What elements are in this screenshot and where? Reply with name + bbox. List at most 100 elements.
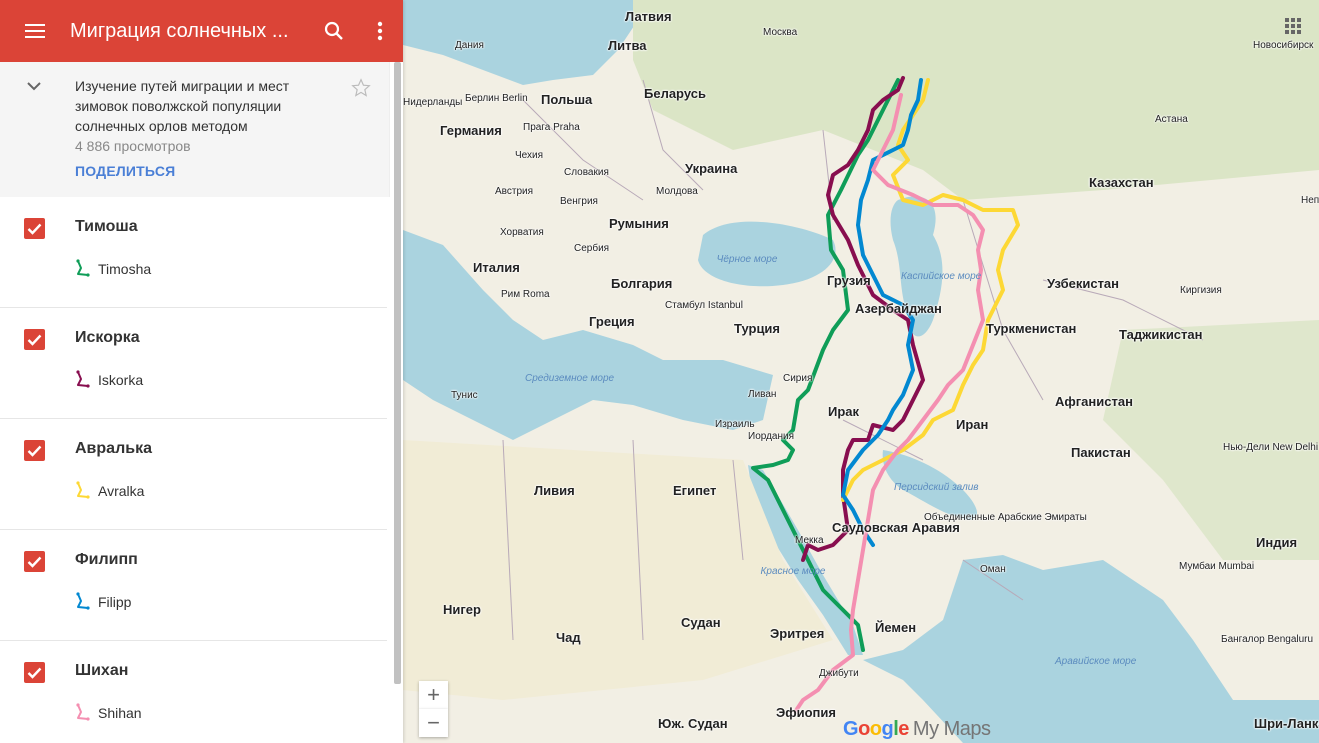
country-label: Нидерланды — [403, 97, 463, 108]
route-label: Avralka — [98, 482, 145, 499]
country-label: Сирия — [783, 373, 813, 384]
country-label: Латвия — [625, 9, 672, 24]
checkmark-icon — [27, 667, 42, 679]
top-bar: Миграция солнечных ... — [0, 0, 403, 62]
route-item[interactable]: Iskorka — [75, 370, 143, 389]
country-label: Израиль — [715, 419, 755, 430]
city-label: Берлин Berlin — [465, 93, 528, 104]
country-label: Румыния — [609, 216, 669, 231]
country-label: Хорватия — [500, 227, 544, 238]
app: Миграция солнечных ... Изучение путей ми… — [0, 0, 1319, 743]
country-label: Непал — [1301, 195, 1319, 206]
country-label: Польша — [541, 92, 593, 107]
country-label: Юж. Судан — [658, 716, 728, 731]
route-line-icon — [76, 481, 90, 499]
route-item[interactable]: Filipp — [75, 592, 131, 611]
country-label: Литва — [608, 38, 647, 53]
zoom-out-button[interactable]: − — [419, 709, 448, 737]
city-label: Нью-Дели New Delhi — [1223, 442, 1319, 453]
country-label: Шри-Ланка — [1254, 716, 1319, 731]
city-label: Бангалор Bengaluru — [1221, 634, 1314, 645]
country-label: Иран — [956, 417, 989, 432]
layer-name[interactable]: Шихан — [75, 662, 128, 680]
checkmark-icon — [27, 445, 42, 457]
layer-iskorka: Искорка Iskorka — [0, 308, 387, 419]
country-label: Грузия — [827, 273, 871, 288]
route-item[interactable]: Shihan — [75, 703, 142, 722]
apps-grid-icon[interactable] — [1285, 18, 1301, 34]
more-options-button[interactable] — [357, 0, 403, 62]
route-label: Timosha — [98, 260, 152, 277]
country-label: Тунис — [451, 390, 478, 401]
sidebar: Миграция солнечных ... Изучение путей ми… — [0, 0, 403, 743]
country-label: Ливия — [534, 483, 575, 498]
search-button[interactable] — [311, 0, 357, 62]
sea-label: Красное море — [760, 566, 826, 577]
layer-checkbox[interactable] — [24, 218, 45, 239]
basemap — [403, 0, 1319, 743]
country-label: Дания — [455, 40, 484, 51]
layer-checkbox[interactable] — [24, 662, 45, 683]
route-line-icon — [76, 259, 90, 277]
sea-label: Чёрное море — [716, 254, 778, 265]
country-label: Ирак — [828, 404, 860, 419]
country-label: Нигер — [443, 602, 481, 617]
layer-name[interactable]: Филипп — [75, 551, 138, 569]
layer-checkbox[interactable] — [24, 329, 45, 350]
city-label: Мумбаи Mumbai — [1179, 561, 1255, 572]
country-label: Туркменистан — [986, 321, 1077, 336]
route-label: Iskorka — [98, 371, 144, 388]
share-button[interactable]: ПОДЕЛИТЬСЯ — [75, 163, 175, 179]
country-label: Австрия — [495, 186, 534, 197]
search-icon — [324, 21, 343, 40]
country-label: Казахстан — [1089, 175, 1154, 190]
map-canvas[interactable]: Латвия Дания Литва Беларусь Польша Германия Ни… — [403, 0, 1319, 743]
country-label: Италия — [473, 260, 520, 275]
layer-checkbox[interactable] — [24, 551, 45, 572]
route-item[interactable]: Timosha — [75, 259, 151, 278]
country-label: Пакистан — [1071, 445, 1131, 460]
checkmark-icon — [27, 556, 42, 568]
legend-panel: Изучение путей миграции и мест зимовок п… — [0, 62, 390, 743]
route-label: Shihan — [98, 704, 142, 721]
country-label: Чехия — [515, 150, 544, 161]
country-label: Иордания — [748, 431, 795, 442]
map-info: Изучение путей миграции и мест зимовок п… — [0, 62, 390, 197]
sea-label: Аравийское море — [1055, 656, 1137, 667]
country-label: Эритрея — [770, 626, 825, 641]
scrollbar[interactable] — [394, 62, 401, 684]
layer-name[interactable]: Искорка — [75, 329, 140, 347]
country-label: Индия — [1256, 535, 1298, 550]
country-label: Судан — [681, 615, 721, 630]
my-maps-label: My Maps — [912, 718, 991, 740]
zoom-in-button[interactable]: + — [419, 681, 448, 709]
chevron-down-icon[interactable] — [24, 76, 44, 96]
country-label: Украина — [685, 161, 738, 176]
country-label: Египет — [673, 483, 717, 498]
country-label: Беларусь — [644, 86, 706, 101]
layer-shihan: Шихан Shihan — [0, 641, 387, 743]
country-label: Мекка — [795, 535, 824, 546]
layer-name[interactable]: Авралька — [75, 440, 152, 458]
country-label: Молдова — [656, 186, 698, 197]
country-label: Азербайджан — [855, 301, 942, 316]
sea-label: Каспийское море — [901, 271, 982, 282]
country-label: Киргизия — [1180, 285, 1222, 296]
route-label: Filipp — [98, 593, 132, 610]
layer-checkbox[interactable] — [24, 440, 45, 461]
country-label: Джибути — [819, 668, 859, 679]
menu-button[interactable] — [0, 0, 70, 62]
country-label: Болгария — [611, 276, 673, 291]
country-label: Турция — [734, 321, 781, 336]
map-description: Изучение путей миграции и мест зимовок п… — [75, 78, 290, 134]
layer-timosha: Тимоша Timosha — [0, 197, 387, 308]
star-icon[interactable] — [351, 78, 371, 98]
country-label: Узбекистан — [1047, 276, 1120, 291]
layer-name[interactable]: Тимоша — [75, 218, 138, 236]
country-label: Венгрия — [560, 196, 598, 207]
route-item[interactable]: Avralka — [75, 481, 144, 500]
country-label: Эфиопия — [776, 705, 836, 720]
country-label: Германия — [440, 123, 502, 138]
country-label: Чад — [556, 630, 581, 645]
country-label: Афганистан — [1055, 394, 1133, 409]
